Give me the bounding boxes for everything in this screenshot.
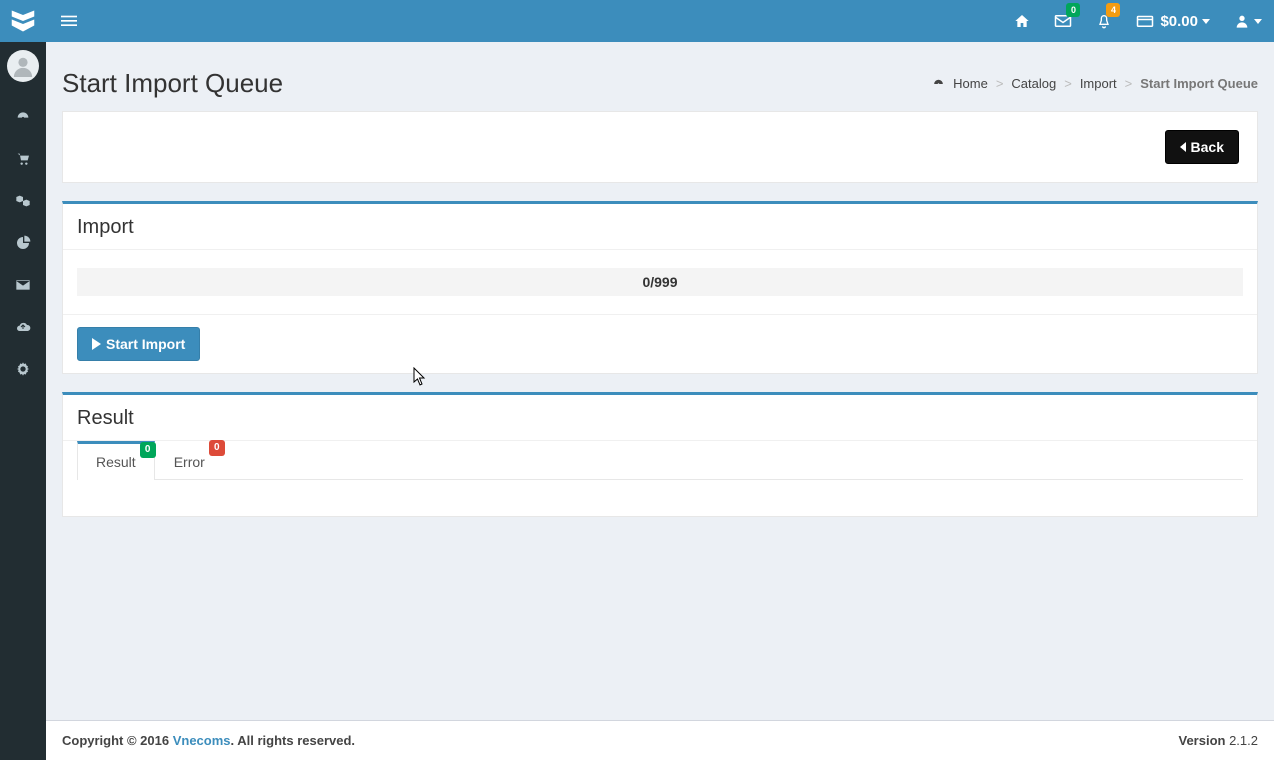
- back-button-label: Back: [1191, 139, 1224, 155]
- topbar-actions: 0 4 $0.00: [1002, 0, 1274, 42]
- page-title: Start Import Queue: [62, 68, 283, 99]
- sidebar-item-cart[interactable]: [0, 138, 46, 180]
- breadcrumb-catalog[interactable]: Catalog: [1011, 76, 1056, 91]
- home-icon[interactable]: [1002, 0, 1042, 42]
- breadcrumb-current: Start Import Queue: [1140, 76, 1258, 91]
- breadcrumb: Home > Catalog > Import > Start Import Q…: [932, 76, 1258, 91]
- dashboard-icon: [932, 77, 945, 90]
- brand-logo[interactable]: [0, 0, 46, 42]
- import-panel-title: Import: [63, 204, 1257, 250]
- bell-badge: 4: [1106, 3, 1120, 17]
- import-panel: Import 0/999 Start Import: [62, 201, 1258, 374]
- sidebar-toggle[interactable]: [46, 0, 92, 42]
- import-progress: 0/999: [77, 268, 1243, 296]
- play-icon: [92, 338, 101, 350]
- footer: Copyright © 2016 Vnecoms. All rights res…: [46, 720, 1274, 760]
- tab-error[interactable]: Error 0: [155, 441, 224, 480]
- result-tabs: Result 0 Error 0: [77, 441, 1243, 480]
- result-panel: Result Result 0 Error 0: [62, 392, 1258, 517]
- sidebar-item-mail[interactable]: [0, 264, 46, 306]
- avatar[interactable]: [7, 50, 39, 82]
- caret-down-icon: [1202, 19, 1210, 24]
- footer-copyright-suffix: . All rights reserved.: [231, 733, 356, 748]
- tab-result[interactable]: Result 0: [77, 441, 155, 480]
- start-import-button[interactable]: Start Import: [77, 327, 200, 361]
- main-content: Start Import Queue Home > Catalog > Impo…: [46, 42, 1274, 760]
- balance-display[interactable]: $0.00: [1124, 0, 1222, 42]
- tab-result-label: Result: [96, 454, 136, 470]
- footer-version: 2.1.2: [1229, 733, 1258, 748]
- footer-copyright-prefix: Copyright © 2016: [62, 733, 173, 748]
- footer-version-label: Version: [1179, 733, 1230, 748]
- sidebar-item-settings[interactable]: [0, 348, 46, 390]
- breadcrumb-home[interactable]: Home: [953, 76, 988, 91]
- topbar: 0 4 $0.00: [0, 0, 1274, 42]
- sidebar-item-cubes[interactable]: [0, 180, 46, 222]
- tab-result-count: 0: [140, 442, 156, 458]
- result-panel-title: Result: [63, 395, 1257, 441]
- mail-icon[interactable]: 0: [1042, 0, 1084, 42]
- bell-icon[interactable]: 4: [1084, 0, 1124, 42]
- chevron-left-icon: [1180, 142, 1186, 152]
- caret-down-icon: [1254, 19, 1262, 24]
- mail-badge: 0: [1066, 3, 1080, 17]
- sidebar-item-cloud[interactable]: [0, 306, 46, 348]
- footer-brand-link[interactable]: Vnecoms: [173, 733, 231, 748]
- breadcrumb-import[interactable]: Import: [1080, 76, 1117, 91]
- tab-error-label: Error: [174, 454, 205, 470]
- sidebar-item-dashboard[interactable]: [0, 96, 46, 138]
- action-panel: Back: [62, 111, 1258, 183]
- start-import-label: Start Import: [106, 336, 185, 352]
- user-menu[interactable]: [1222, 0, 1274, 42]
- page-header: Start Import Queue Home > Catalog > Impo…: [62, 54, 1258, 111]
- sidebar-item-reports[interactable]: [0, 222, 46, 264]
- tab-error-count: 0: [209, 440, 225, 456]
- back-button[interactable]: Back: [1165, 130, 1239, 164]
- sidebar: [0, 42, 46, 760]
- balance-amount: $0.00: [1160, 13, 1198, 30]
